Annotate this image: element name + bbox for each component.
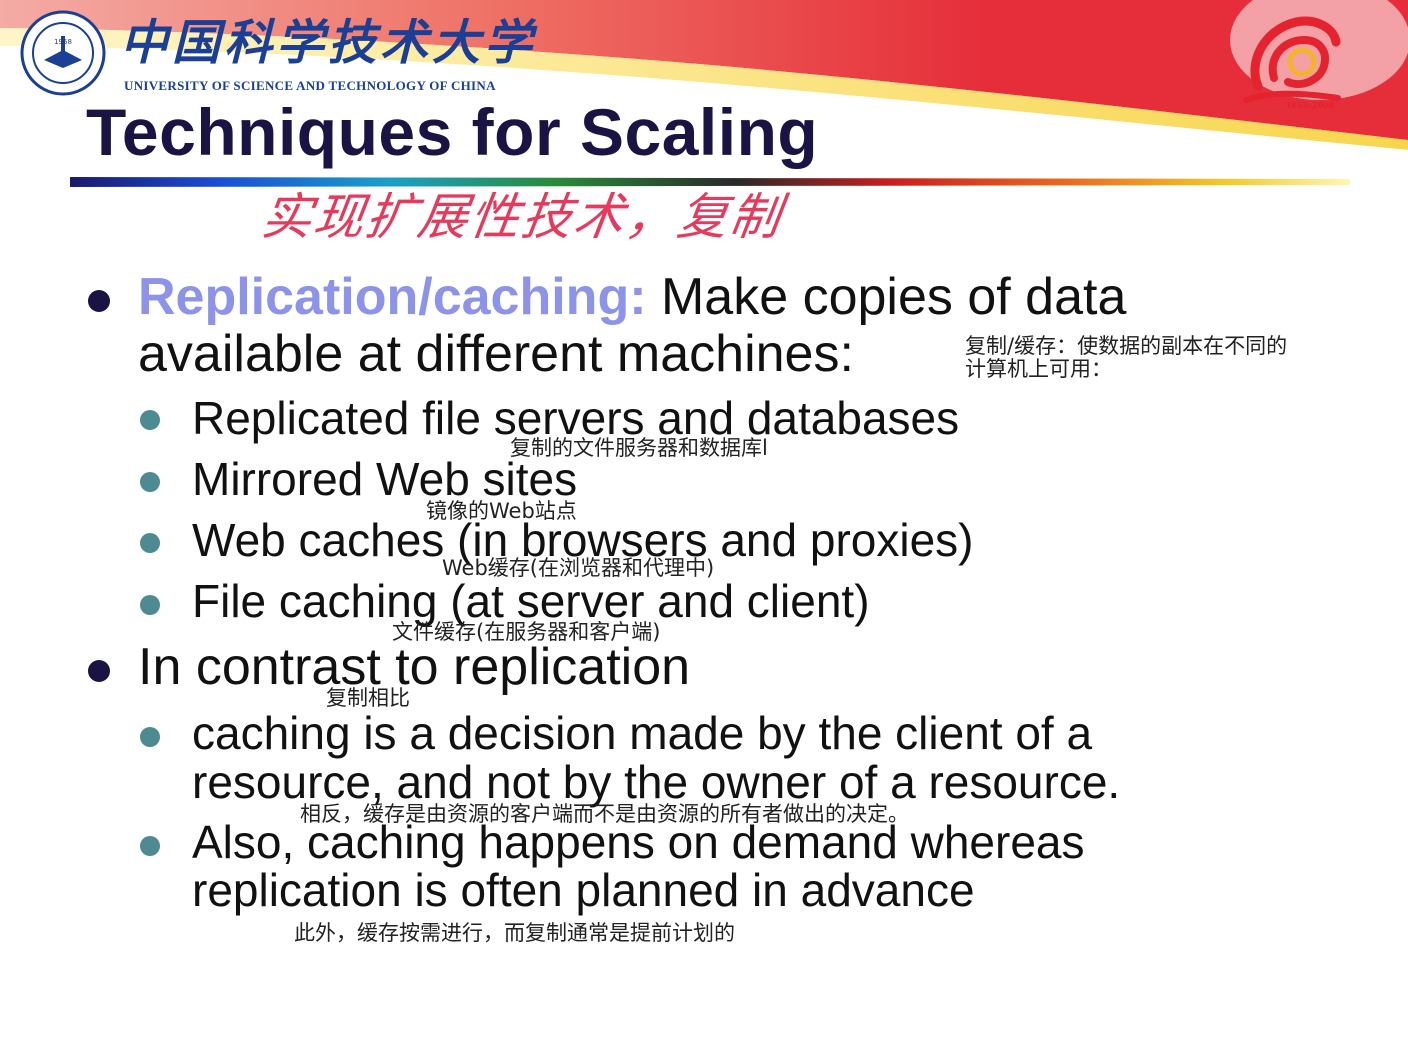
handwritten-note: 实现扩展性技术，复制 [257, 188, 787, 246]
bullet-text: Make copies of data [646, 268, 1127, 326]
sub-bullet-marker [140, 533, 160, 553]
sub-bullet-text: replication is often planned in advance [192, 864, 975, 916]
bullet-replication-line1: Replication/caching: Make copies of data [138, 268, 1126, 326]
bullet-marker [88, 290, 110, 312]
slide-title: Techniques for Scaling [86, 95, 819, 169]
sub-bullet-marker [140, 410, 160, 430]
university-name-chinese: 中国科学技术大学 [120, 15, 537, 71]
translation-note: 复制/缓存：使数据的副本在不同的 [965, 334, 1288, 358]
seal-year: 1958 [54, 38, 72, 46]
bullet-replication-line2: available at different machines: [138, 325, 854, 383]
bullet-marker [88, 660, 110, 682]
sub-bullet-text: Also, caching happens on demand whereas [192, 816, 1085, 868]
sub-bullet-text: resource, and not by the owner of a reso… [192, 756, 1121, 808]
bullet-contrast: In contrast to replication [138, 638, 691, 696]
anniversary-years: 1958–2008 [1286, 101, 1335, 110]
university-seal-icon: 1958 [20, 10, 106, 96]
sub-bullet-marker [140, 472, 160, 492]
sub-bullet-marker [140, 727, 160, 747]
bullet-keyword: Replication/caching: [138, 268, 647, 326]
translation-note: 计算机上可用： [965, 357, 1112, 381]
translation-note: 此外，缓存按需进行，而复制通常是提前计划的 [294, 921, 735, 945]
anniversary-emblem-icon: 1958–2008 [1243, 16, 1341, 110]
sub-bullet-text: Mirrored Web sites [192, 453, 578, 505]
sub-bullet-text: caching is a decision made by the client… [192, 707, 1093, 759]
sub-bullet-marker [140, 595, 160, 615]
sub-bullet-marker [140, 836, 160, 856]
